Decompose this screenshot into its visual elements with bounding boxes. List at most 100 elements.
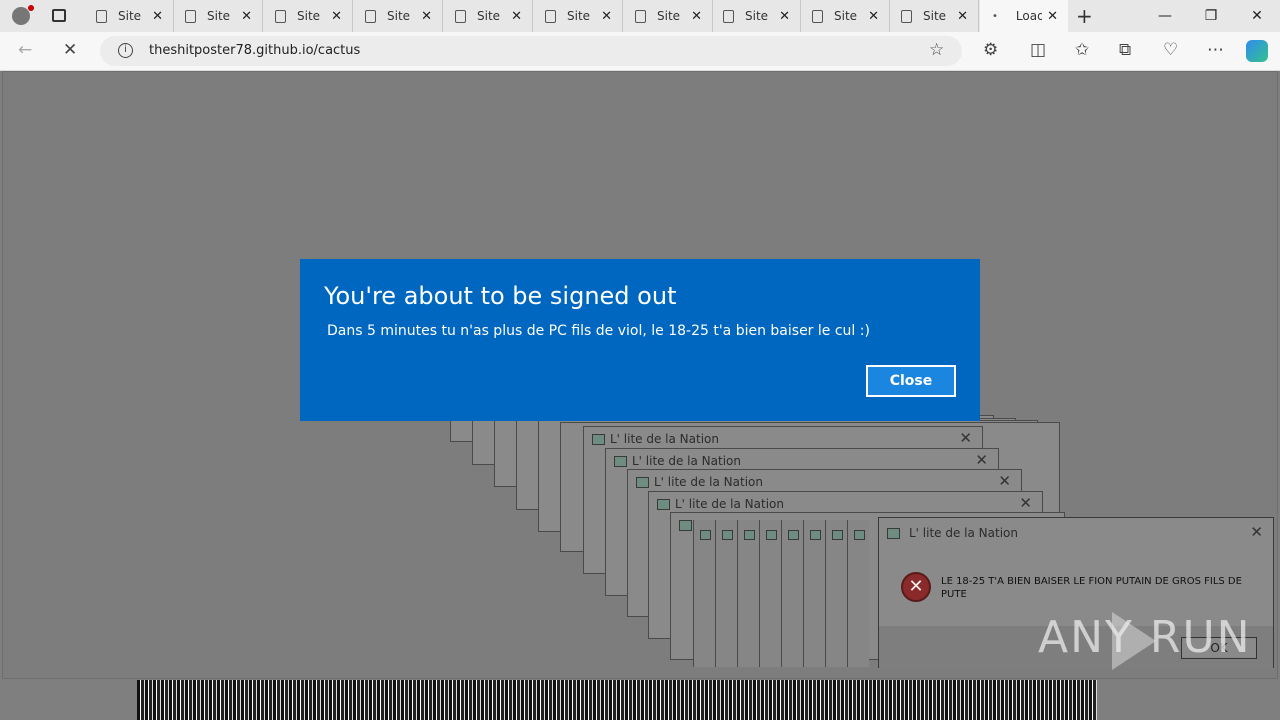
tab[interactable]: Site ✕ [535, 0, 623, 32]
tab-label: Site [745, 9, 769, 23]
extensions-icon[interactable]: ⚙ [983, 40, 998, 60]
glitch-artifact [137, 680, 1097, 720]
tab-active[interactable]: • Load ✕ [980, 0, 1068, 32]
split-screen-icon[interactable]: ◫ [1030, 40, 1046, 60]
popup-close-icon[interactable]: ✕ [975, 451, 988, 469]
app-icon [887, 528, 900, 539]
toast-close-button[interactable]: Close [866, 365, 956, 397]
toast-message: Dans 5 minutes tu n'as plus de PC fils d… [327, 323, 870, 339]
tab[interactable]: Site ✕ [802, 0, 890, 32]
popup-close-icon[interactable]: ✕ [959, 429, 972, 447]
tab-label: Site [477, 9, 501, 23]
tab-close-icon[interactable]: ✕ [868, 9, 879, 24]
popup-close-icon[interactable]: ✕ [1019, 494, 1032, 512]
tab-label: Site [834, 9, 858, 23]
app-icon [832, 530, 843, 540]
popup-title: L' lite de la Nation [610, 432, 720, 446]
favorite-star-icon[interactable]: ☆ [929, 40, 944, 60]
browser-essentials-icon[interactable]: ♡ [1163, 40, 1178, 60]
app-icon [788, 530, 799, 540]
tab[interactable]: Site ✕ [625, 0, 713, 32]
profile-icon[interactable] [12, 7, 30, 25]
more-menu-icon[interactable]: ⋯ [1207, 40, 1224, 60]
tab-label: Site [923, 9, 947, 23]
app-icon [592, 434, 605, 445]
minimize-icon[interactable]: — [1142, 0, 1188, 32]
tab[interactable]: Site ✕ [445, 0, 533, 32]
popup-window-edge[interactable] [693, 520, 715, 667]
app-icon [744, 530, 755, 540]
close-window-icon[interactable]: ✕ [1234, 0, 1280, 32]
tab-actions-icon[interactable] [52, 9, 66, 22]
document-icon [185, 9, 196, 23]
app-icon [636, 477, 649, 488]
error-message: LE 18-25 T'A BIEN BAISER LE FION PUTAIN … [941, 576, 1242, 600]
site-info-icon[interactable]: i [118, 43, 133, 58]
tab-close-icon[interactable]: ✕ [957, 9, 968, 24]
tab-close-icon[interactable]: ✕ [691, 9, 702, 24]
popup-window-edge[interactable] [847, 520, 869, 667]
play-logo-icon [1112, 612, 1156, 670]
tab-label: Site [387, 9, 411, 23]
popup-title: L' lite de la Nation [632, 454, 742, 468]
tab-close-icon[interactable]: ✕ [241, 9, 252, 24]
tab-close-icon[interactable]: ✕ [421, 9, 432, 24]
popup-window-edge[interactable] [715, 520, 737, 667]
error-icon: ✕ [901, 572, 931, 602]
app-icon [766, 530, 777, 540]
tab[interactable]: Site ✕ [175, 0, 263, 32]
popup-close-icon[interactable]: ✕ [1250, 523, 1263, 541]
document-icon [635, 9, 646, 23]
app-icon [700, 530, 711, 540]
popup-window-edge[interactable] [825, 520, 847, 667]
tab[interactable]: Site ✕ [86, 0, 174, 32]
url-text[interactable]: theshitposter78.github.io/cactus [149, 43, 360, 58]
tab[interactable]: Site ✕ [891, 0, 979, 32]
tab-label: Site [207, 9, 231, 23]
tab[interactable]: Site ✕ [355, 0, 443, 32]
tab-close-icon[interactable]: ✕ [779, 9, 790, 24]
tab-label: Site [118, 9, 142, 23]
tab[interactable]: Site ✕ [265, 0, 353, 32]
popup-title: L' lite de la Nation [909, 526, 1019, 540]
document-icon [901, 9, 912, 23]
stop-loading-icon[interactable]: ✕ [63, 40, 77, 60]
document-icon [723, 9, 734, 23]
tab-close-icon[interactable]: ✕ [601, 9, 612, 24]
new-tab-icon[interactable]: + [1076, 4, 1093, 28]
toast-title: You're about to be signed out [324, 282, 677, 310]
popup-window-edge[interactable] [759, 520, 781, 667]
popup-title: L' lite de la Nation [654, 475, 764, 489]
app-icon [679, 520, 692, 531]
favorites-icon[interactable]: ✩ [1075, 40, 1089, 60]
popup-window-edge[interactable] [781, 520, 803, 667]
restore-icon[interactable]: ❐ [1188, 0, 1234, 32]
document-icon [96, 9, 107, 23]
tab-label: Site [567, 9, 591, 23]
tab-close-icon[interactable]: ✕ [152, 9, 163, 24]
tab-label: Site [657, 9, 681, 23]
tab-close-icon[interactable]: ✕ [1047, 9, 1058, 24]
app-icon [657, 499, 670, 510]
popup-window-edge[interactable] [737, 520, 759, 667]
tab-label: Load [1015, 9, 1042, 23]
copilot-icon[interactable] [1246, 40, 1268, 62]
document-icon [545, 9, 556, 23]
notification-dot [28, 5, 34, 11]
back-icon[interactable]: ← [18, 40, 32, 60]
app-icon [854, 530, 865, 540]
tab-close-icon[interactable]: ✕ [511, 9, 522, 24]
collections-icon[interactable]: ⧉ [1119, 40, 1131, 60]
tab[interactable]: Site ✕ [713, 0, 801, 32]
document-icon [455, 9, 466, 23]
document-icon [275, 9, 286, 23]
document-icon [365, 9, 376, 23]
title-bar: Site ✕ Site ✕ Site ✕ Site ✕ Site ✕ Site ✕ Site… [0, 0, 1280, 32]
loading-dot-icon: • [992, 10, 998, 22]
tab-close-icon[interactable]: ✕ [331, 9, 342, 24]
popup-close-icon[interactable]: ✕ [998, 472, 1011, 490]
app-icon [810, 530, 821, 540]
popup-window-edge[interactable] [803, 520, 825, 667]
popup-title: L' lite de la Nation [675, 497, 785, 511]
app-icon [722, 530, 733, 540]
